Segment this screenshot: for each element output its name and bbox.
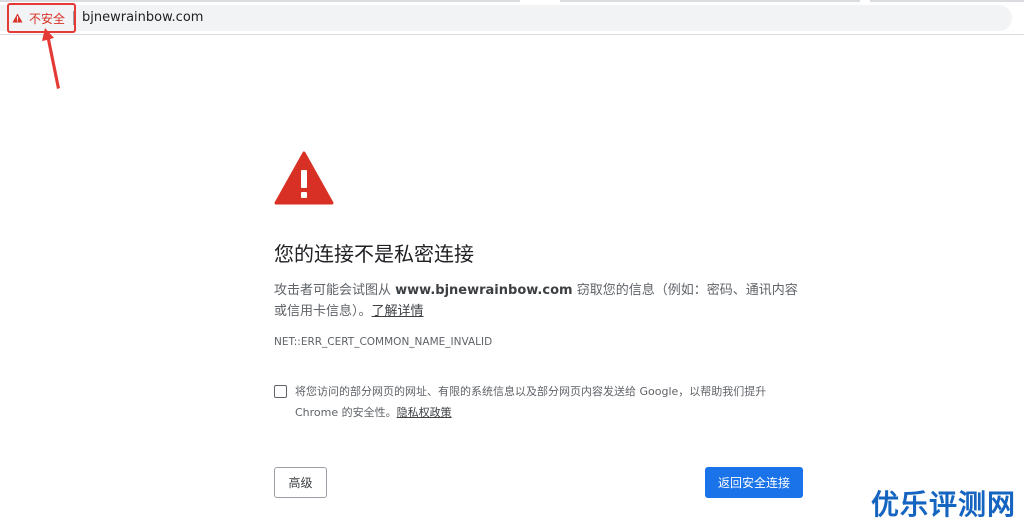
domain-name: www.bjnewrainbow.com bbox=[395, 283, 573, 298]
annotation-arrow-icon bbox=[42, 28, 60, 89]
tab-strip-edge bbox=[870, 0, 1024, 2]
page-title: 您的连接不是私密连接 bbox=[274, 242, 474, 266]
omnibox-divider bbox=[73, 11, 74, 25]
report-checkbox[interactable] bbox=[274, 385, 287, 398]
optin-text: 将您访问的部分网页的网址、有限的系统信息以及部分网页内容发送给 Google，以… bbox=[295, 381, 805, 423]
privacy-policy-link[interactable]: 隐私权政策 bbox=[397, 406, 452, 419]
tab-strip-edge bbox=[0, 0, 520, 2]
tab-strip-edge bbox=[560, 0, 860, 2]
address-bar: 不安全 bjnewrainbow.com bbox=[0, 0, 1024, 35]
back-to-safety-button[interactable]: 返回安全连接 bbox=[705, 467, 803, 498]
warning-icon bbox=[12, 13, 23, 23]
explanation-before: 攻击者可能会试图从 bbox=[274, 283, 396, 298]
not-secure-label: 不安全 bbox=[29, 11, 66, 26]
explanation-text: 攻击者可能会试图从 www.bjnewrainbow.com 窃取您的信息（例如… bbox=[274, 280, 804, 322]
warning-triangle-icon bbox=[274, 151, 334, 205]
error-code[interactable]: NET::ERR_CERT_COMMON_NAME_INVALID bbox=[274, 336, 492, 348]
advanced-button[interactable]: 高级 bbox=[274, 467, 327, 498]
url-text[interactable]: bjnewrainbow.com bbox=[82, 10, 203, 25]
watermark: 优乐评测网 bbox=[870, 488, 1016, 521]
optin-label: 将您访问的部分网页的网址、有限的系统信息以及部分网页内容发送给 Google，以… bbox=[295, 385, 767, 419]
learn-more-link[interactable]: 了解详情 bbox=[372, 304, 424, 319]
